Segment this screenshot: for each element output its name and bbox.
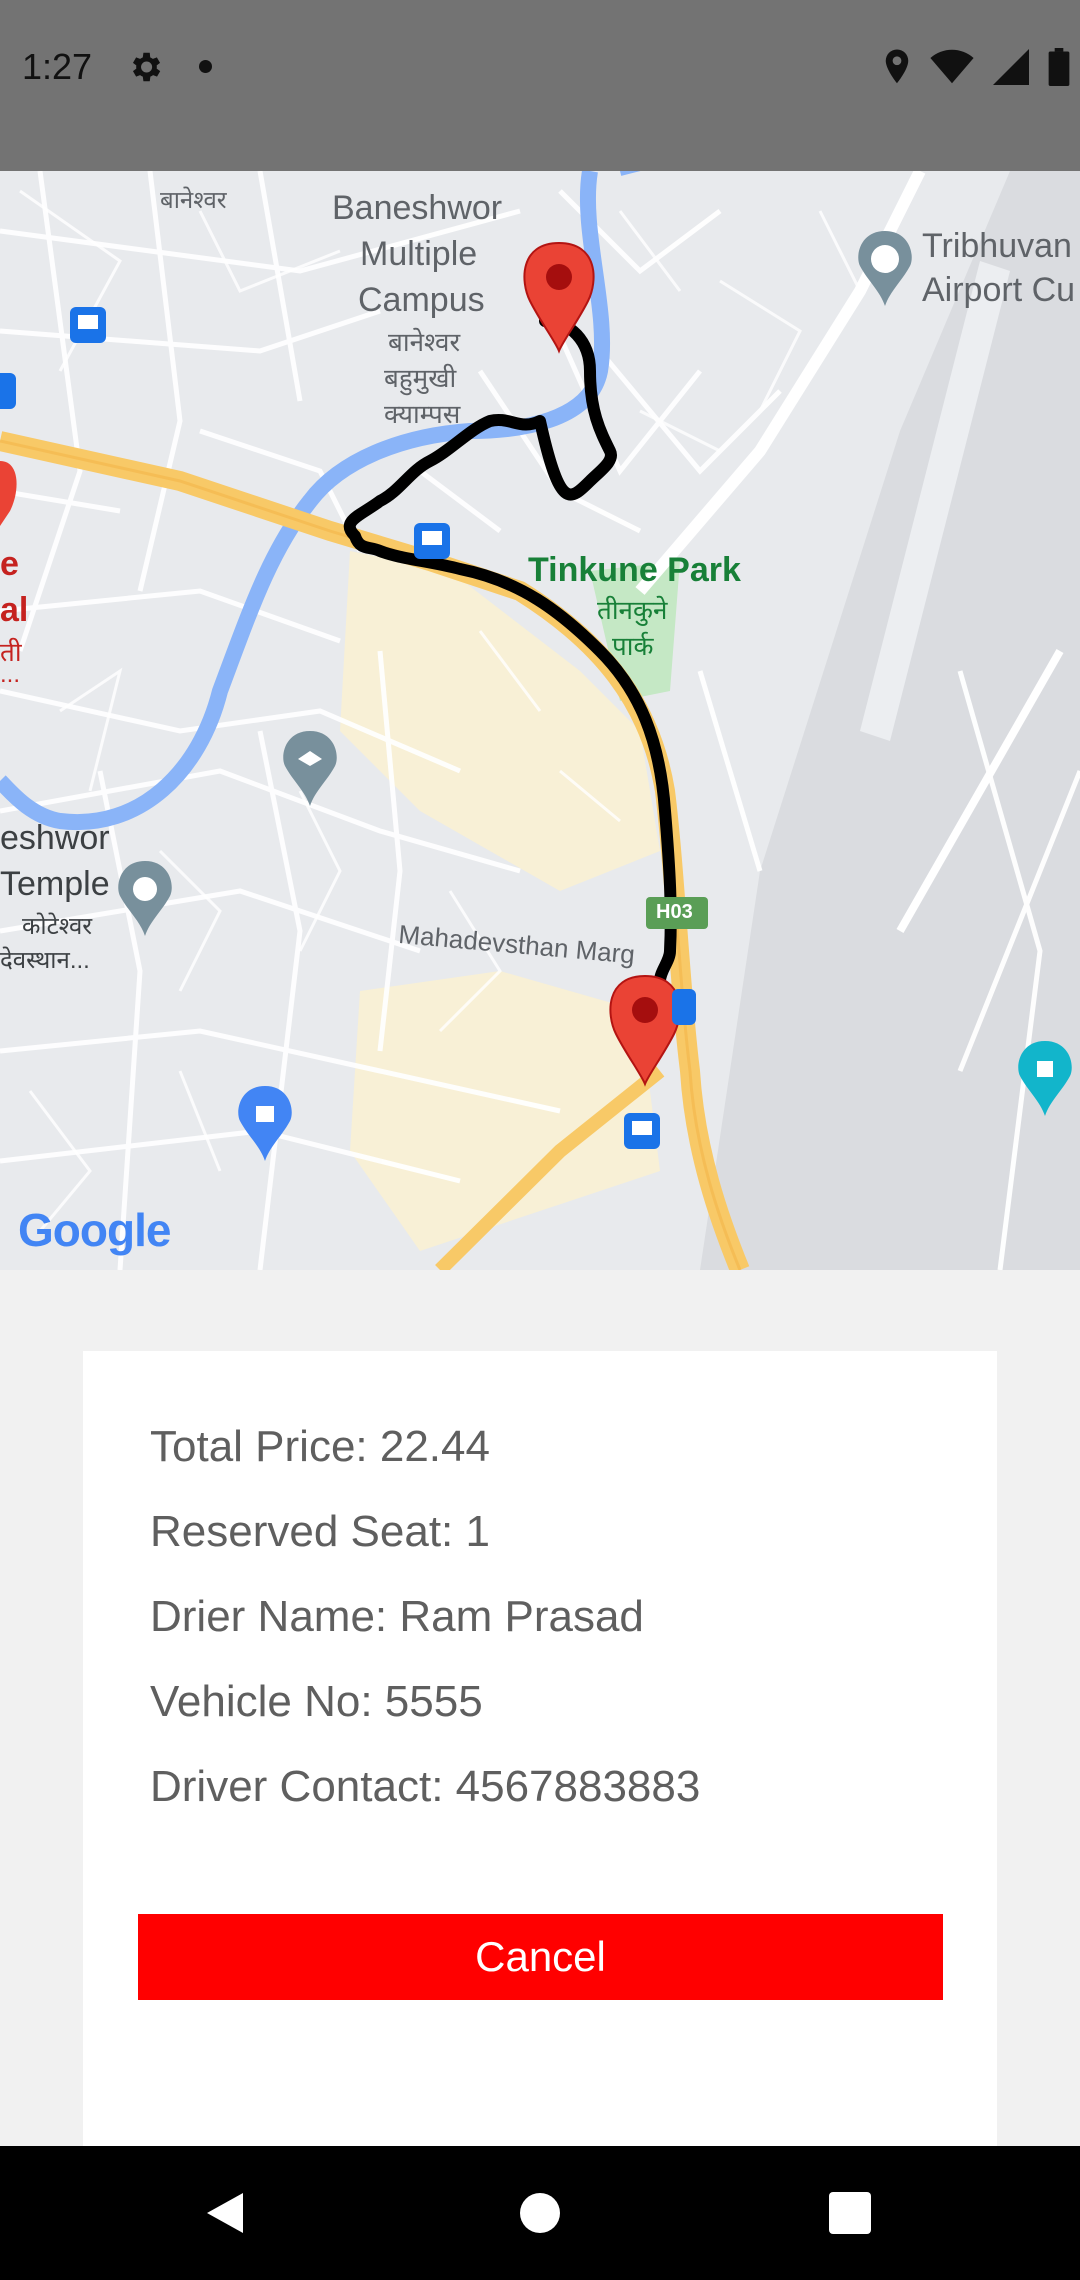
notification-dot-icon [199,60,212,73]
signal-icon [993,49,1029,85]
trip-details-card: Total Price: 22.44 Reserved Seat: 1 Drie… [83,1351,997,2150]
map-label: e [0,545,19,583]
map-label: क्याम्पस [384,399,461,429]
back-button[interactable] [145,2146,305,2280]
google-logo: Google [18,1204,171,1256]
total-price: Total Price: 22.44 [150,1422,490,1471]
battery-icon [1048,48,1070,86]
back-icon [207,2193,243,2233]
map-label: al [0,591,29,629]
recents-icon [829,2192,871,2234]
reserved-seat: Reserved Seat: 1 [150,1507,490,1556]
gear-icon [132,52,161,82]
driver-contact: Driver Contact: 4567883883 [150,1762,701,1811]
map-label: बहुमुखी [384,363,457,393]
cancel-button[interactable]: Cancel [138,1914,943,2000]
route-map[interactable]: बानेश्वर Baneshwor Multiple Campus बानेश… [0,171,1080,1270]
location-icon [885,49,909,84]
map-label: Multiple [360,235,478,273]
map-label: Airport Cu [922,271,1076,309]
highway-label: H03 [656,901,693,923]
home-icon [520,2193,560,2233]
navigation-bar [0,2146,1080,2280]
map-label: कोटेश्वर [22,913,93,940]
driver-name: Drier Name: Ram Prasad [150,1592,644,1641]
map-label: ... [0,661,21,688]
map-label: बानेश्वर [388,327,461,357]
map-label: तीनकुने [597,595,668,625]
wifi-icon [930,49,974,84]
map-label: Tribhuvan [922,227,1072,265]
map-label: देवस्थान... [0,947,90,974]
map-label: Temple [0,865,110,903]
map-label: Baneshwor [332,189,503,227]
map-label: पार्क [612,631,654,661]
status-time: 1:27 [22,46,93,87]
status-icons [882,46,1070,88]
map-label: Campus [358,281,485,319]
map-label: Tinkune Park [528,551,741,589]
recents-button[interactable] [770,2146,930,2280]
map-label: eshwor [0,819,110,857]
home-button[interactable] [460,2146,620,2280]
status-bar: 1:27 [0,0,1080,171]
map-canvas [0,171,1080,1270]
map-label: बानेश्वर [160,187,227,214]
vehicle-number: Vehicle No: 5555 [150,1677,483,1726]
